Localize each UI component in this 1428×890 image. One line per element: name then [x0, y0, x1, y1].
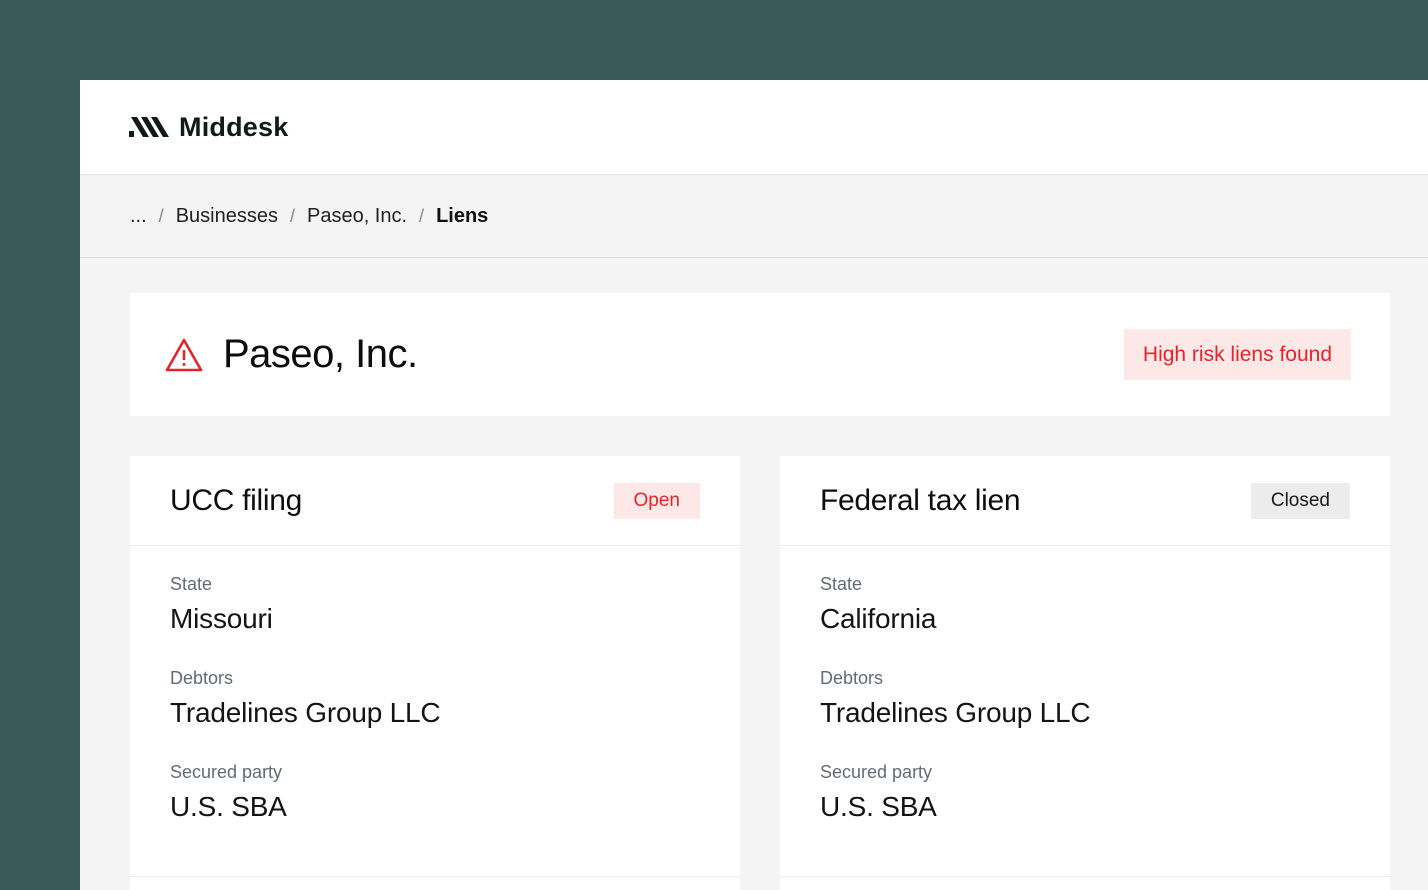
lien-details: State California Debtors Tradelines Grou…	[780, 546, 1390, 826]
warning-triangle-icon	[165, 338, 203, 371]
lien-card-header: Federal tax lien Closed	[780, 456, 1390, 546]
field-secured-party: Secured party U.S. SBA	[820, 762, 1350, 826]
business-header-card: Paseo, Inc. High risk liens found	[130, 293, 1390, 416]
middesk-logo-icon	[129, 117, 169, 137]
logo[interactable]: Middesk	[129, 112, 288, 143]
field-label: State	[820, 574, 863, 594]
field-state: State Missouri	[170, 574, 700, 638]
app-name: Middesk	[179, 111, 289, 142]
field-value: U.S. SBA	[170, 791, 287, 822]
field-debtors: Debtors Tradelines Group LLC	[820, 668, 1350, 732]
field-label: Secured party	[170, 762, 283, 782]
field-label: State	[170, 574, 213, 594]
field-value: California	[820, 603, 937, 634]
field-value: U.S. SBA	[820, 791, 937, 822]
lien-details: State Missouri Debtors Tradelines Group …	[130, 546, 740, 826]
top-bar: Middesk	[80, 80, 1428, 175]
field-label: Secured party	[820, 762, 933, 782]
field-value: Missouri	[170, 603, 273, 634]
app-window: Middesk ... / Businesses / Paseo, Inc. /…	[80, 80, 1428, 890]
field-value: Tradelines Group LLC	[170, 697, 441, 728]
field-value: Tradelines Group LLC	[820, 697, 1091, 728]
breadcrumb-current: Liens	[436, 204, 489, 227]
field-label: Debtors	[820, 668, 884, 688]
lien-card[interactable]: Federal tax lien Closed State California…	[780, 456, 1390, 890]
breadcrumb-business[interactable]: Paseo, Inc.	[307, 205, 407, 228]
field-state: State California	[820, 574, 1350, 638]
breadcrumb-separator: /	[419, 205, 425, 226]
lien-title: Federal tax lien	[820, 483, 1021, 517]
status-badge: Open	[613, 482, 700, 519]
breadcrumb: ... / Businesses / Paseo, Inc. / Liens	[80, 175, 1428, 258]
field-debtors: Debtors Tradelines Group LLC	[170, 668, 700, 732]
field-label: Debtors	[170, 668, 234, 688]
breadcrumb-separator: /	[289, 205, 295, 226]
status-badge: Closed	[1250, 482, 1350, 519]
breadcrumb-separator: /	[158, 205, 164, 226]
risk-badge: High risk liens found	[1123, 329, 1351, 380]
lien-card[interactable]: UCC filing Open State Missouri Debtors T…	[130, 456, 740, 890]
page-title: Paseo, Inc.	[223, 332, 418, 376]
breadcrumb-businesses[interactable]: Businesses	[176, 205, 278, 228]
breadcrumb-ellipsis[interactable]: ...	[130, 205, 147, 228]
field-secured-party: Secured party U.S. SBA	[170, 762, 700, 826]
lien-card-header: UCC filing Open	[130, 456, 740, 546]
lien-title: UCC filing	[170, 483, 303, 517]
divider	[780, 876, 1390, 877]
divider	[130, 876, 740, 877]
